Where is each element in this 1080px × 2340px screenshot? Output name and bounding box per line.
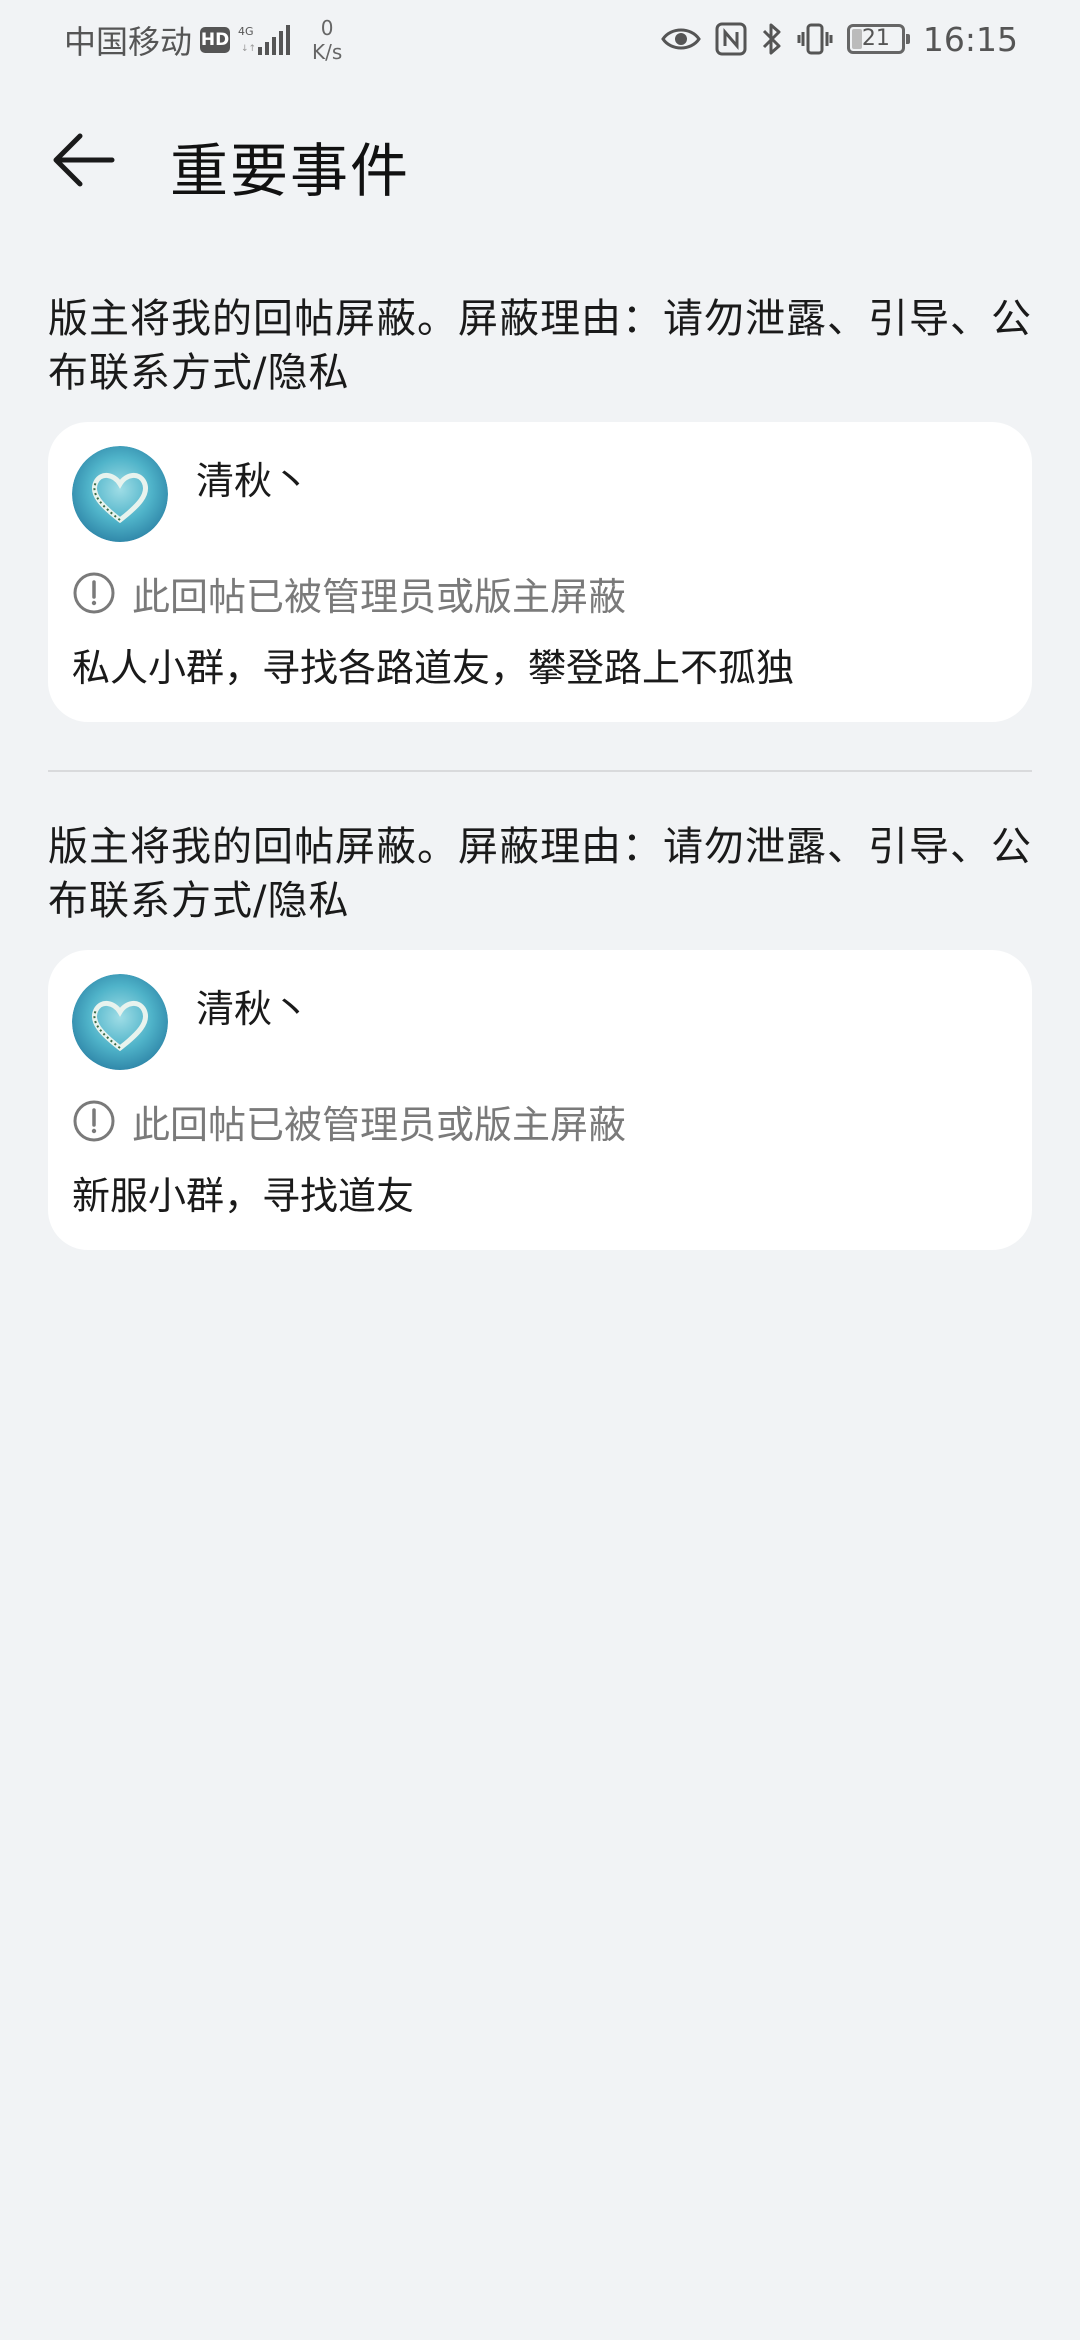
network-speed-unit: K/s: [312, 40, 343, 64]
blocked-notice-text: 此回帖已被管理员或版主屏蔽: [132, 1102, 627, 1147]
nfc-icon: [715, 22, 747, 56]
vibrate-icon: [797, 23, 833, 55]
alert-circle-icon: [73, 1100, 115, 1142]
hd-badge: HD: [200, 27, 231, 53]
username[interactable]: 清秋丶: [196, 450, 310, 505]
network-type: 4G: [238, 25, 254, 38]
clock: 16:15: [922, 19, 1018, 59]
eye-icon: [661, 28, 701, 50]
reply-card[interactable]: 清秋丶 此回帖已被管理员或版主屏蔽 私人小群，寻找各路道友，攀登路上不孤独: [48, 422, 1032, 722]
event-item: 版主将我的回帖屏蔽。屏蔽理由：请勿泄露、引导、公布联系方式/隐私 清秋丶 此回帖…: [48, 820, 1032, 1250]
signal-icon: 4G ↓↑: [238, 25, 291, 55]
alert-circle-icon: [73, 572, 115, 614]
back-button[interactable]: [44, 120, 124, 200]
event-description: 版主将我的回帖屏蔽。屏蔽理由：请勿泄露、引导、公布联系方式/隐私: [48, 824, 1032, 924]
divider: [48, 770, 1032, 772]
reply-author: 清秋丶: [72, 974, 1008, 1070]
event-list: 版主将我的回帖屏蔽。屏蔽理由：请勿泄露、引导、公布联系方式/隐私 清秋丶 此回帖…: [48, 292, 1032, 1250]
avatar[interactable]: [72, 974, 168, 1070]
event-description: 版主将我的回帖屏蔽。屏蔽理由：请勿泄露、引导、公布联系方式/隐私: [48, 296, 1032, 396]
event-item: 版主将我的回帖屏蔽。屏蔽理由：请勿泄露、引导、公布联系方式/隐私 清秋丶 此回帖…: [48, 292, 1032, 722]
svg-text:↓↑: ↓↑: [241, 44, 256, 54]
arrow-left-icon: [53, 133, 115, 187]
username[interactable]: 清秋丶: [196, 978, 310, 1033]
status-bar-left: 中国移动 HD 4G ↓↑ 0 K/s: [64, 16, 342, 64]
header: 重要事件: [0, 100, 1080, 220]
page-title: 重要事件: [170, 137, 411, 205]
battery-level: 21: [861, 26, 890, 51]
carrier-name: 中国移动: [64, 23, 193, 61]
network-speed-value: 0: [320, 16, 334, 40]
reply-content: 私人小群，寻找各路道友，攀登路上不孤独: [72, 646, 795, 690]
blocked-notice: 此回帖已被管理员或版主屏蔽: [72, 1094, 1008, 1148]
bluetooth-icon: [762, 23, 781, 55]
network-speed: 0 K/s: [312, 16, 342, 64]
avatar[interactable]: [72, 446, 168, 542]
reply-content: 新服小群，寻找道友: [72, 1174, 415, 1218]
blocked-notice: 此回帖已被管理员或版主屏蔽: [72, 566, 1008, 620]
blocked-notice-text: 此回帖已被管理员或版主屏蔽: [132, 574, 627, 619]
battery-indicator: 21: [846, 24, 910, 54]
reply-card[interactable]: 清秋丶 此回帖已被管理员或版主屏蔽 新服小群，寻找道友: [48, 950, 1032, 1250]
reply-author: 清秋丶: [72, 446, 1008, 542]
status-bar-right: 21 16:15: [661, 14, 1018, 64]
status-bar: 中国移动 HD 4G ↓↑ 0 K/s 21 16:15: [0, 0, 1080, 78]
